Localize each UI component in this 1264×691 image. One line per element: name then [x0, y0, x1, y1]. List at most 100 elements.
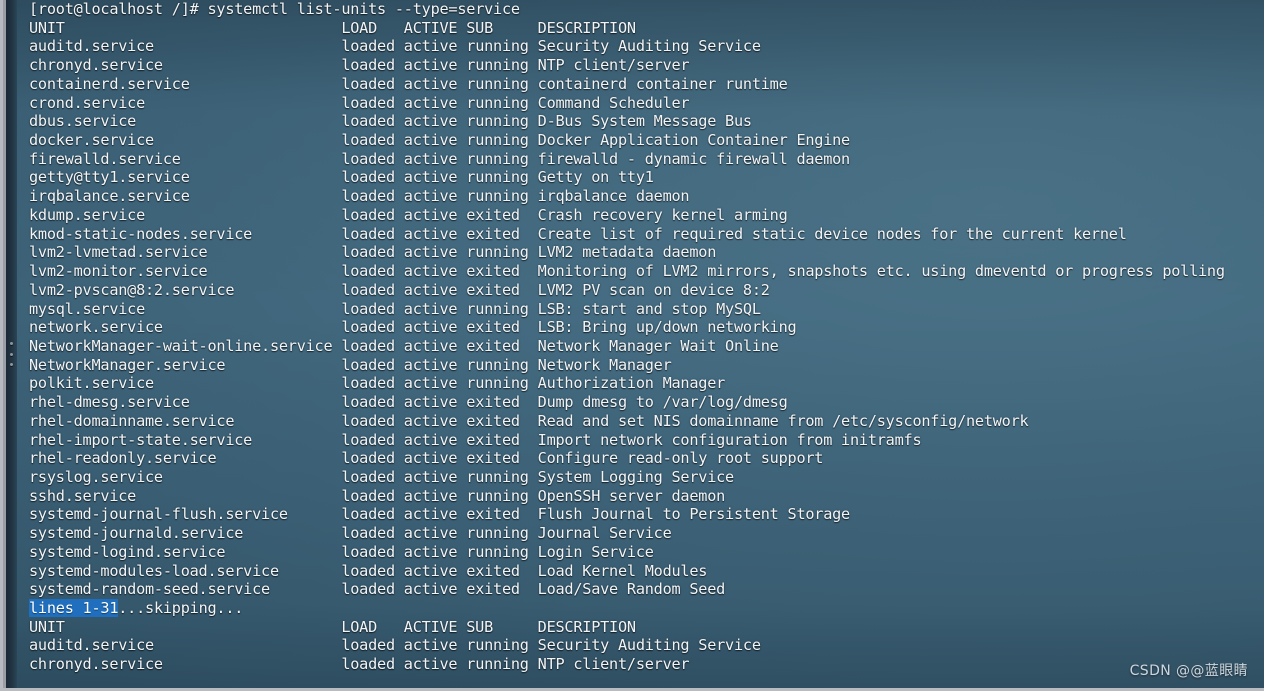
pager-skipping-text: ...skipping...	[118, 599, 243, 617]
pager-status-line: lines 1-31...skipping...	[17, 599, 1264, 618]
cell-active: active	[404, 262, 466, 280]
cell-sub: exited	[466, 262, 537, 280]
cell-unit: systemd-logind.service	[29, 543, 341, 561]
cell-active: active	[404, 206, 466, 224]
cell-unit: auditd.service	[29, 636, 341, 654]
service-row: auditd.service loaded active running Sec…	[17, 37, 1264, 56]
cell-load: loaded	[341, 487, 403, 505]
cell-description: LSB: start and stop MySQL	[538, 300, 761, 318]
service-row: rhel-import-state.service loaded active …	[17, 431, 1264, 450]
service-row: auditd.service loaded active running Sec…	[17, 636, 1264, 655]
service-row: systemd-logind.service loaded active run…	[17, 543, 1264, 562]
cell-sub: running	[466, 131, 537, 149]
service-row: getty@tty1.service loaded active running…	[17, 168, 1264, 187]
cell-load: loaded	[341, 412, 403, 430]
cell-sub: running	[466, 300, 537, 318]
column-header-text: UNIT LOAD ACTIVE SUB DESCRIPTION	[29, 19, 636, 37]
cell-unit: rsyslog.service	[29, 468, 341, 486]
service-row: sshd.service loaded active running OpenS…	[17, 487, 1264, 506]
terminal-screen[interactable]: loaded active running NTP client/server […	[17, 0, 1264, 688]
cell-description: LVM2 PV scan on device 8:2	[538, 281, 770, 299]
cell-description: Create list of required static device no…	[538, 225, 1127, 243]
cell-unit: irqbalance.service	[29, 187, 341, 205]
cell-active: active	[404, 562, 466, 580]
cell-description: irqbalance daemon	[538, 187, 690, 205]
cell-load: loaded	[341, 524, 403, 542]
cell-description: Security Auditing Service	[538, 37, 761, 55]
cell-description: Login Service	[538, 543, 654, 561]
cell-description: Authorization Manager	[538, 374, 725, 392]
cell-load: loaded	[341, 505, 403, 523]
cell-load: loaded	[341, 393, 403, 411]
service-row: crond.service loaded active running Comm…	[17, 94, 1264, 113]
service-row: chronyd.service loaded active running NT…	[17, 56, 1264, 75]
cell-load: loaded	[341, 356, 403, 374]
cell-description: Network Manager	[538, 356, 672, 374]
cell-load: loaded	[341, 431, 403, 449]
cell-load: loaded	[341, 262, 403, 280]
service-row: kmod-static-nodes.service loaded active …	[17, 225, 1264, 244]
cell-unit: rhel-dmesg.service	[29, 393, 341, 411]
cell-load: loaded	[341, 187, 403, 205]
cell-description: D-Bus System Message Bus	[538, 112, 752, 130]
cell-sub: exited	[466, 449, 537, 467]
cell-unit: lvm2-lvmetad.service	[29, 243, 341, 261]
cell-unit: chronyd.service	[29, 655, 341, 673]
cell-description: NTP client/server	[538, 655, 690, 673]
cell-description: Configure read-only root support	[538, 449, 824, 467]
cell-description: Import network configuration from initra…	[538, 431, 922, 449]
cell-active: active	[404, 505, 466, 523]
cell-description: Load/Save Random Seed	[538, 580, 725, 598]
cell-active: active	[404, 75, 466, 93]
console-output: loaded active running NTP client/server […	[17, 0, 1264, 688]
cell-unit: rhel-domainname.service	[29, 412, 341, 430]
cell-sub: exited	[466, 562, 537, 580]
cell-unit: rhel-import-state.service	[29, 431, 341, 449]
service-row: systemd-random-seed.service loaded activ…	[17, 580, 1264, 599]
service-row: rhel-dmesg.service loaded active exited …	[17, 393, 1264, 412]
cell-sub: running	[466, 487, 537, 505]
cell-description: Read and set NIS domainname from /etc/sy…	[538, 412, 1029, 430]
cell-sub: running	[466, 655, 537, 673]
cell-sub: exited	[466, 206, 537, 224]
cell-unit: systemd-journal-flush.service	[29, 505, 341, 523]
cell-sub: exited	[466, 431, 537, 449]
cell-description: System Logging Service	[538, 468, 734, 486]
cell-load: loaded	[341, 168, 403, 186]
cell-sub: running	[466, 468, 537, 486]
cell-active: active	[404, 524, 466, 542]
cell-load: loaded	[341, 56, 403, 74]
terminal-window: loaded active running NTP client/server […	[0, 0, 1264, 691]
cell-load: loaded	[341, 37, 403, 55]
grip-dot	[10, 353, 13, 356]
cell-active: active	[404, 37, 466, 55]
cell-load: loaded	[341, 112, 403, 130]
cell-sub: running	[466, 75, 537, 93]
cell-unit: kdump.service	[29, 206, 341, 224]
cell-unit: polkit.service	[29, 374, 341, 392]
cell-description: LSB: Bring up/down networking	[538, 318, 797, 336]
prompt-command: systemctl list-units --type=service	[199, 0, 520, 18]
cell-unit: containerd.service	[29, 75, 341, 93]
column-header-row-repeat: UNIT LOAD ACTIVE SUB DESCRIPTION	[17, 618, 1264, 637]
cell-active: active	[404, 168, 466, 186]
cell-description: Network Manager Wait Online	[538, 337, 779, 355]
service-row: NetworkManager-wait-online.service loade…	[17, 337, 1264, 356]
cell-load: loaded	[341, 243, 403, 261]
cell-unit: NetworkManager.service	[29, 356, 341, 374]
pane-splitter-handle[interactable]	[7, 340, 16, 368]
column-header-text: UNIT LOAD ACTIVE SUB DESCRIPTION	[29, 618, 636, 636]
cell-sub: running	[466, 112, 537, 130]
service-row: dbus.service loaded active running D-Bus…	[17, 112, 1264, 131]
cell-active: active	[404, 412, 466, 430]
cell-load: loaded	[341, 468, 403, 486]
cell-sub: running	[466, 243, 537, 261]
cell-active: active	[404, 243, 466, 261]
prompt-user-host: [root@localhost /]#	[29, 0, 199, 18]
cell-sub: running	[466, 94, 537, 112]
service-row: rhel-readonly.service loaded active exit…	[17, 449, 1264, 468]
cell-unit: lvm2-monitor.service	[29, 262, 341, 280]
cell-unit: systemd-random-seed.service	[29, 580, 341, 598]
cell-active: active	[404, 449, 466, 467]
cell-description: Docker Application Container Engine	[538, 131, 850, 149]
